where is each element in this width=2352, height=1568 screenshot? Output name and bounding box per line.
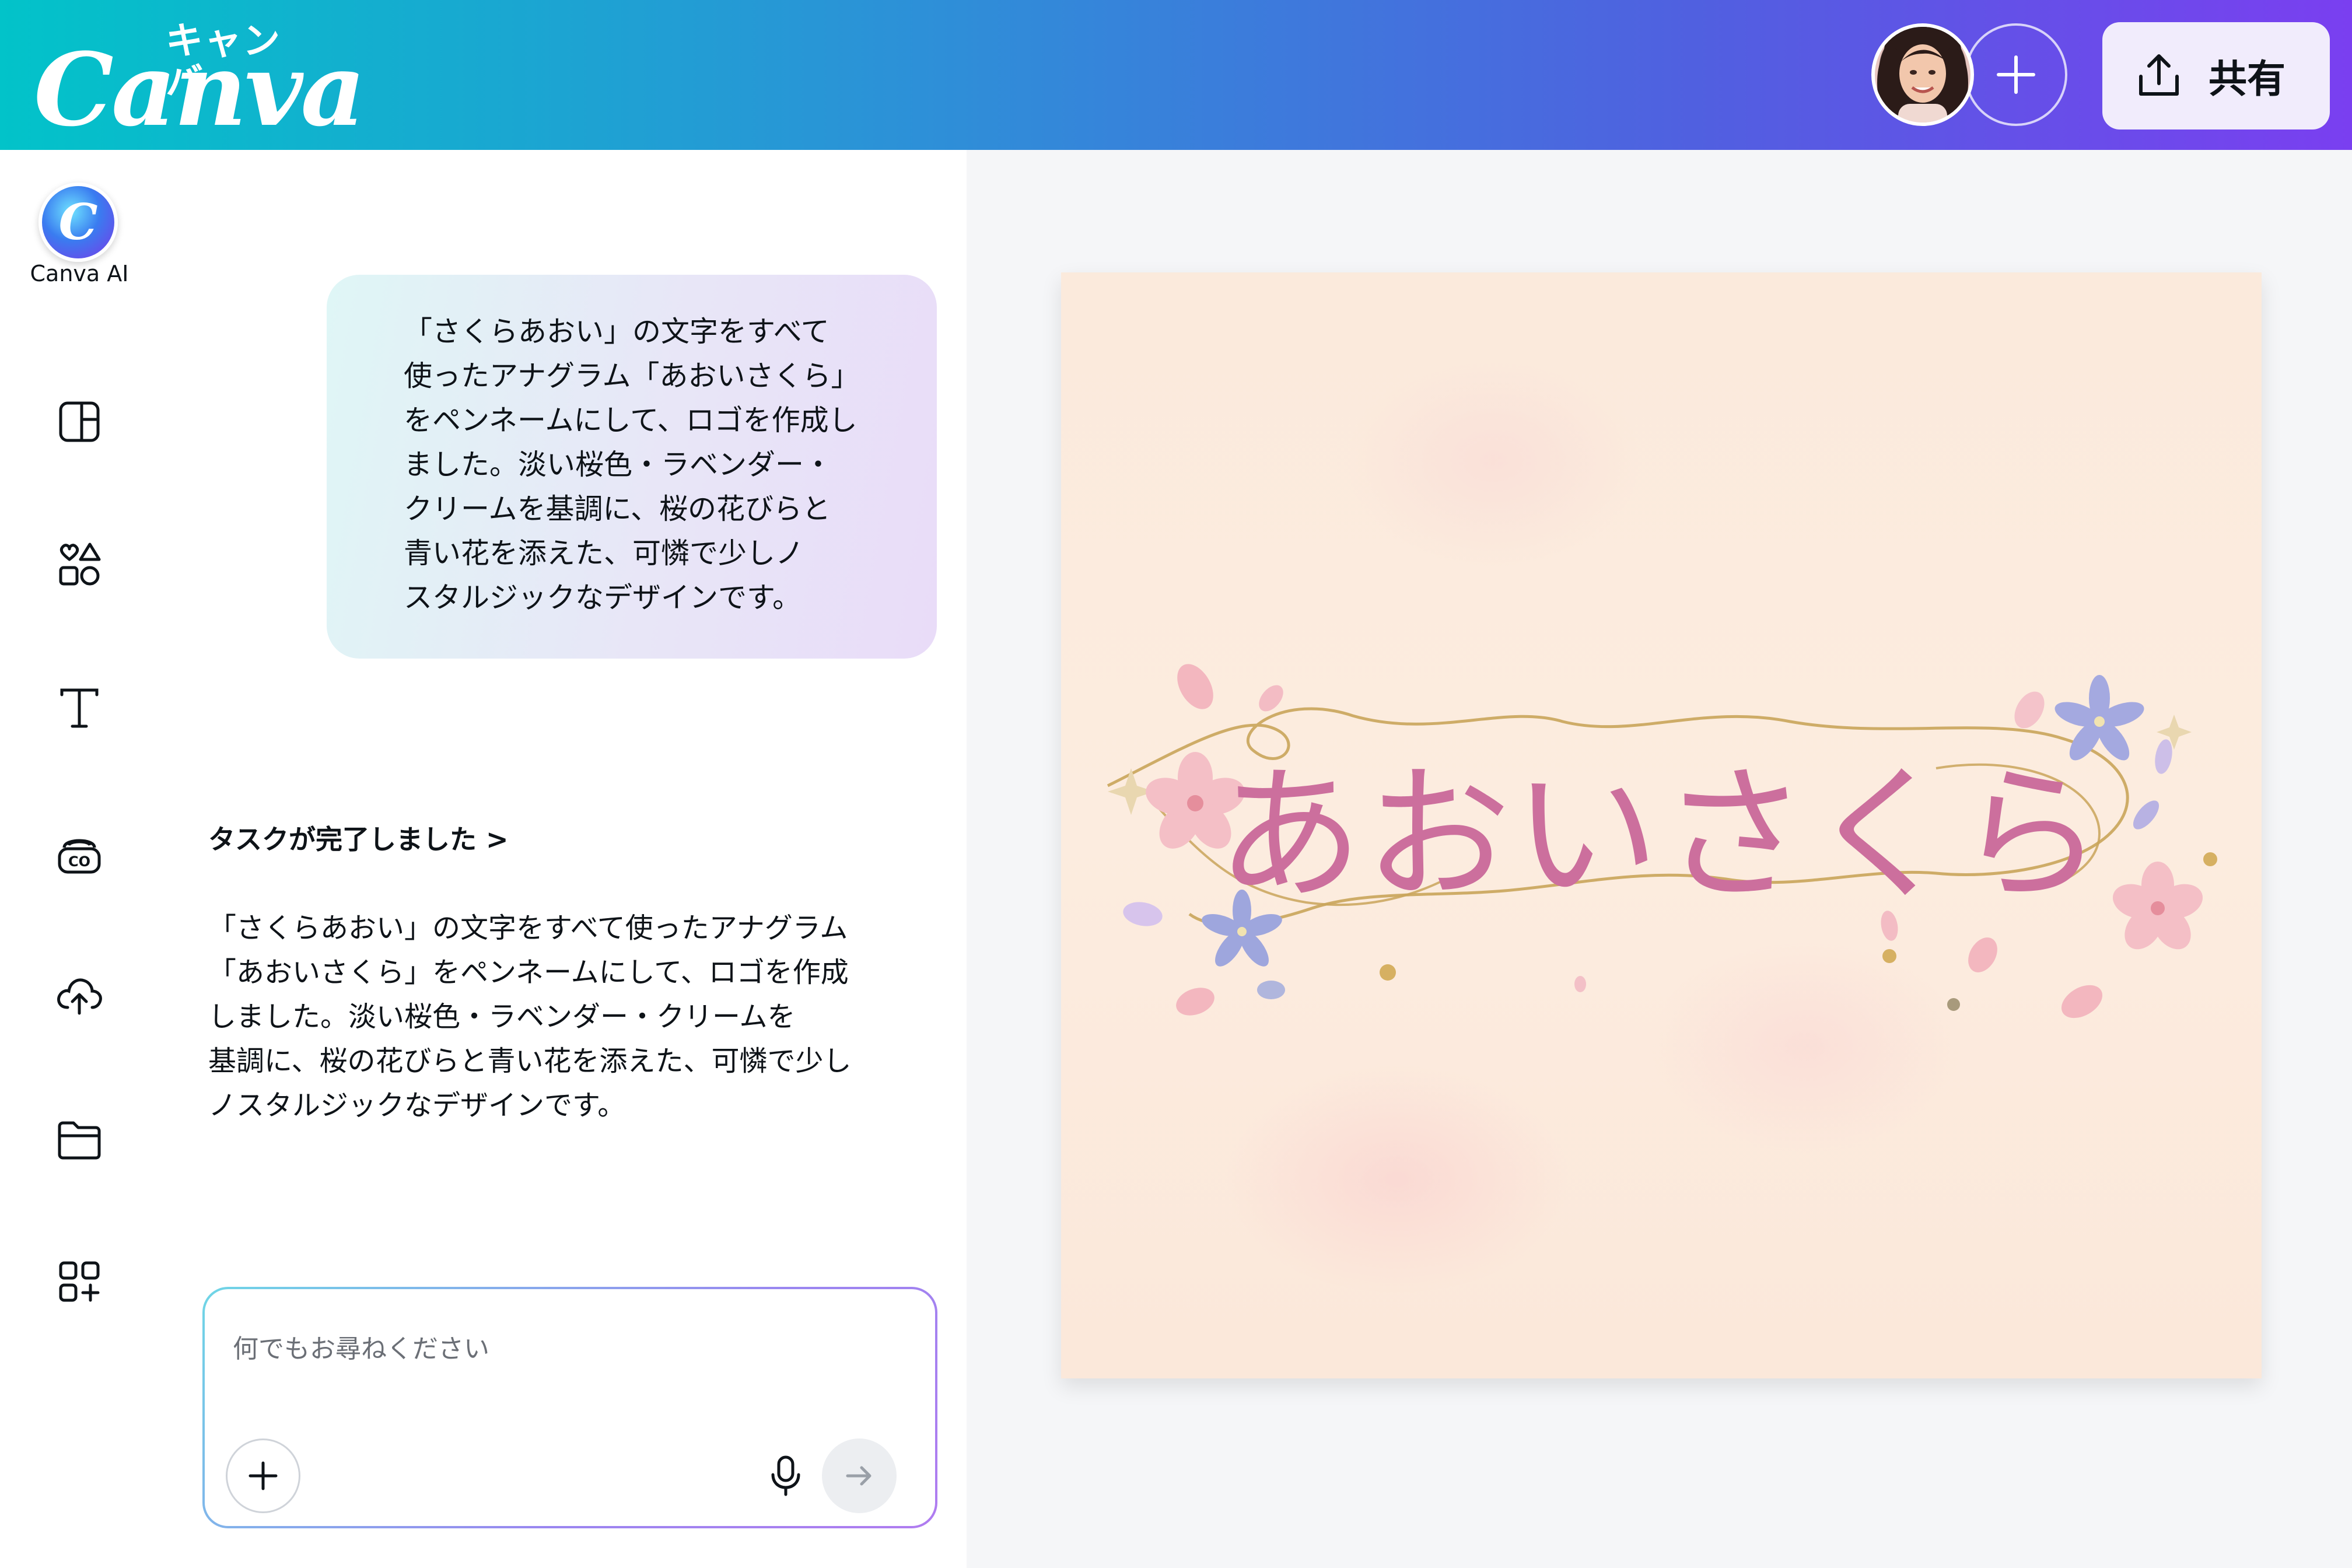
plus-icon [1997,55,2035,94]
elements-icon[interactable] [50,535,108,593]
design-page[interactable]: あおいさくら [1061,272,2262,1378]
user-message-text: 「さくらあおい」の文字をすべて 使ったアナグラム「あおいさくら」 をペンネームに… [404,315,860,614]
microphone-icon[interactable] [762,1452,809,1499]
canva-ai-label: Canva AI [30,261,129,286]
brand-icon[interactable]: CO [50,824,108,883]
canvas-stage: あおいさくら [967,150,2352,1568]
top-bar: キャンバ Canva 共有 [0,0,2352,150]
avatar-portrait [1877,27,1968,123]
folder-icon[interactable] [50,1110,108,1168]
canva-ai-icon: C [58,193,98,251]
share-label: 共有 [2208,57,2286,102]
user-avatar[interactable] [1871,23,1974,126]
plus-icon [249,1461,278,1490]
send-button[interactable] [822,1438,897,1513]
logo-wordmark: Canva [34,30,366,149]
text-icon[interactable] [50,678,108,737]
ai-reply-text: 「さくらあおい」の文字をすべて使ったアナグラム 「あおいさくら」をペンネームにし… [208,912,852,1122]
left-sidebar: C Canva AI CO [0,150,159,1568]
add-collaborator-button[interactable] [1965,23,2067,126]
svg-text:CO: CO [68,853,90,870]
prompt-box [202,1287,937,1528]
share-button[interactable]: 共有 [2102,22,2330,130]
prompt-inner [205,1289,935,1526]
arrow-right-icon [846,1466,872,1486]
chat-panel: 「さくらあおい」の文字をすべて 使ったアナグラム「あおいさくら」 をペンネームに… [159,150,967,1568]
user-message-bubble: 「さくらあおい」の文字をすべて 使ったアナグラム「あおいさくら」 をペンネームに… [327,275,937,659]
prompt-input[interactable] [232,1328,876,1370]
design-logo-title[interactable]: あおいさくら [1061,757,2262,914]
attach-button[interactable] [226,1438,300,1513]
canva-ai-button[interactable]: C [38,183,118,262]
task-status-toggle[interactable]: タスクが完了しました > [208,818,509,857]
canva-logo[interactable]: キャンバ Canva [34,18,366,140]
design-panel-icon[interactable] [50,393,108,451]
upload-cloud-icon[interactable] [50,964,108,1023]
apps-icon[interactable] [50,1252,108,1311]
upload-share-icon [2139,54,2179,96]
